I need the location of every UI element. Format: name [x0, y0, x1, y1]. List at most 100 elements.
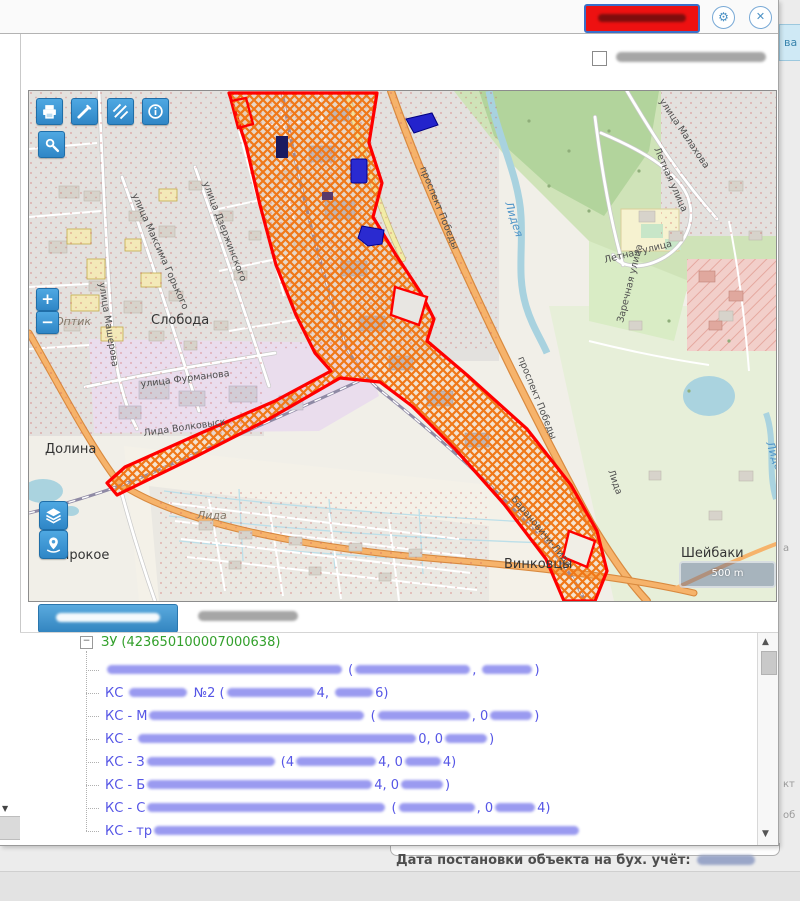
- background-text-fragment: а: [783, 543, 789, 554]
- tree-item-text: 4, 0: [378, 755, 403, 770]
- tree-item-redacted: [445, 734, 487, 743]
- tree-root-label[interactable]: ЗУ (423650100007000638): [101, 635, 280, 650]
- tree-item-text: , 0: [472, 709, 489, 724]
- tree-branch: [86, 716, 99, 717]
- tree-item-redacted: [490, 711, 532, 720]
- tree-item-text: КС -: [105, 732, 136, 747]
- tree-branch: [86, 785, 99, 786]
- background-tab-fragment: ва: [779, 24, 800, 61]
- background-text-fragment: кт: [783, 779, 795, 790]
- tree-branch: [86, 693, 99, 694]
- layers-button[interactable]: [39, 501, 68, 530]
- tree-item-text: (: [387, 801, 396, 816]
- tree-item-redacted: [154, 826, 579, 835]
- tree-items: (, )КС №2 (4, 6)КС - М (, 0)КС - 0, 0)КС…: [86, 659, 581, 843]
- tree-item-redacted: [482, 665, 532, 674]
- window-subheader: [0, 34, 778, 90]
- tree-item-redacted: [129, 688, 187, 697]
- tree-item-redacted: [138, 734, 416, 743]
- checkbox[interactable]: [592, 51, 607, 66]
- measure-button[interactable]: [71, 98, 98, 125]
- tree-item-redacted: [149, 711, 364, 720]
- tree-item-text: ): [534, 663, 539, 678]
- gear-icon[interactable]: ⚙: [712, 6, 735, 29]
- tree-item[interactable]: КС - З (4 4, 0 4): [86, 751, 581, 774]
- footer-date-label: Дата постановки объекта на бух. учёт:: [396, 853, 691, 868]
- tree-item-text: №2 (: [189, 686, 224, 701]
- tree-item[interactable]: КС - Б4, 0): [86, 774, 581, 797]
- tree-item-text: КС - З: [105, 755, 145, 770]
- map-scale-bar: 500 m: [679, 561, 776, 588]
- close-icon[interactable]: ✕: [749, 6, 772, 29]
- tree-branch: [86, 831, 99, 832]
- tree-item-text: ,: [472, 663, 480, 678]
- tree-item-text: 4,: [317, 686, 334, 701]
- tree-item-text: ): [445, 778, 450, 793]
- action-button[interactable]: [584, 4, 700, 33]
- tree-item-redacted: [147, 780, 372, 789]
- object-tree: −ЗУ (423650100007000638) (, ) КС №2 ( 4, 6…: [20, 632, 778, 845]
- linked-objects-label-redacted: [56, 613, 160, 622]
- tree-item-text: (: [366, 709, 375, 724]
- tree-item-text: , 0: [477, 801, 494, 816]
- tree-item-text: 4): [537, 801, 550, 816]
- tree-item-text: ): [489, 732, 494, 747]
- tree-branch: [86, 808, 99, 809]
- scrollbar-thumb[interactable]: [761, 651, 777, 675]
- locate-button[interactable]: [39, 530, 68, 559]
- tree-item-redacted: [495, 803, 535, 812]
- hatch-icon: [112, 103, 129, 120]
- tree-item-text: ): [534, 709, 539, 724]
- print-button[interactable]: [36, 98, 63, 125]
- tree-item[interactable]: КС - тр: [86, 820, 581, 843]
- tree-item-redacted: [378, 711, 470, 720]
- tree-item-redacted: [296, 757, 376, 766]
- tree-item-text: КС - М: [105, 709, 147, 724]
- tree-item-redacted: [355, 665, 470, 674]
- tree-item-redacted: [147, 757, 275, 766]
- tree-item-text: КС - С: [105, 801, 145, 816]
- hatch-button[interactable]: [107, 98, 134, 125]
- chevron-down-icon[interactable]: ▼: [2, 804, 8, 813]
- tree-item-text: КС - тр: [105, 824, 152, 839]
- tree-item-text: (4: [277, 755, 294, 770]
- tree-item[interactable]: (, ): [86, 659, 581, 682]
- tree-item-text: 4, 0: [374, 778, 399, 793]
- tree-branch: [86, 762, 99, 763]
- tree-item-redacted: [227, 688, 315, 697]
- search-icon: [43, 136, 60, 153]
- tree-item-text: 6): [375, 686, 388, 701]
- tree-item[interactable]: КС №2 ( 4, 6): [86, 682, 581, 705]
- panel-title-redacted: [198, 611, 298, 621]
- tree-item-redacted: [147, 803, 385, 812]
- scroll-up-icon[interactable]: ▲: [762, 637, 769, 647]
- map-canvas: улица МашероваОптикСлободаулица Максима …: [29, 91, 776, 601]
- measure-icon: [76, 103, 93, 120]
- map-viewport[interactable]: улица МашероваОптикСлободаулица Максима …: [28, 90, 777, 602]
- tree-root: −ЗУ (423650100007000638): [80, 635, 280, 650]
- checkbox-label-redacted: [616, 52, 766, 62]
- footer-date-value-redacted: [697, 855, 755, 865]
- scroll-down-icon[interactable]: ▼: [762, 829, 769, 839]
- tree-item-redacted: [335, 688, 373, 697]
- action-button-label-redacted: [598, 14, 686, 22]
- linked-objects-button[interactable]: [38, 604, 178, 633]
- info-button[interactable]: [142, 98, 169, 125]
- tree-item-text: КС: [105, 686, 127, 701]
- tree-item-redacted: [405, 757, 441, 766]
- footer-date-row: Дата постановки объекта на бух. учёт:: [396, 853, 757, 868]
- tree-item-text: 4): [443, 755, 456, 770]
- background-text-fragment: об: [783, 810, 795, 821]
- zoom-out-button[interactable]: −: [36, 311, 59, 334]
- collapse-icon[interactable]: −: [80, 636, 93, 649]
- zoom-in-button[interactable]: +: [36, 288, 59, 311]
- tree-item[interactable]: КС - 0, 0): [86, 728, 581, 751]
- tree-item-text: (: [344, 663, 353, 678]
- tree-item-redacted: [399, 803, 475, 812]
- tree-branch: [86, 670, 99, 671]
- tree-item[interactable]: КС - М ( , 0): [86, 705, 581, 728]
- tree-scrollbar[interactable]: ▲ ▼: [757, 633, 778, 845]
- tree-item[interactable]: КС - С ( , 0 4): [86, 797, 581, 820]
- print-icon: [41, 103, 58, 120]
- search-button[interactable]: [38, 131, 65, 158]
